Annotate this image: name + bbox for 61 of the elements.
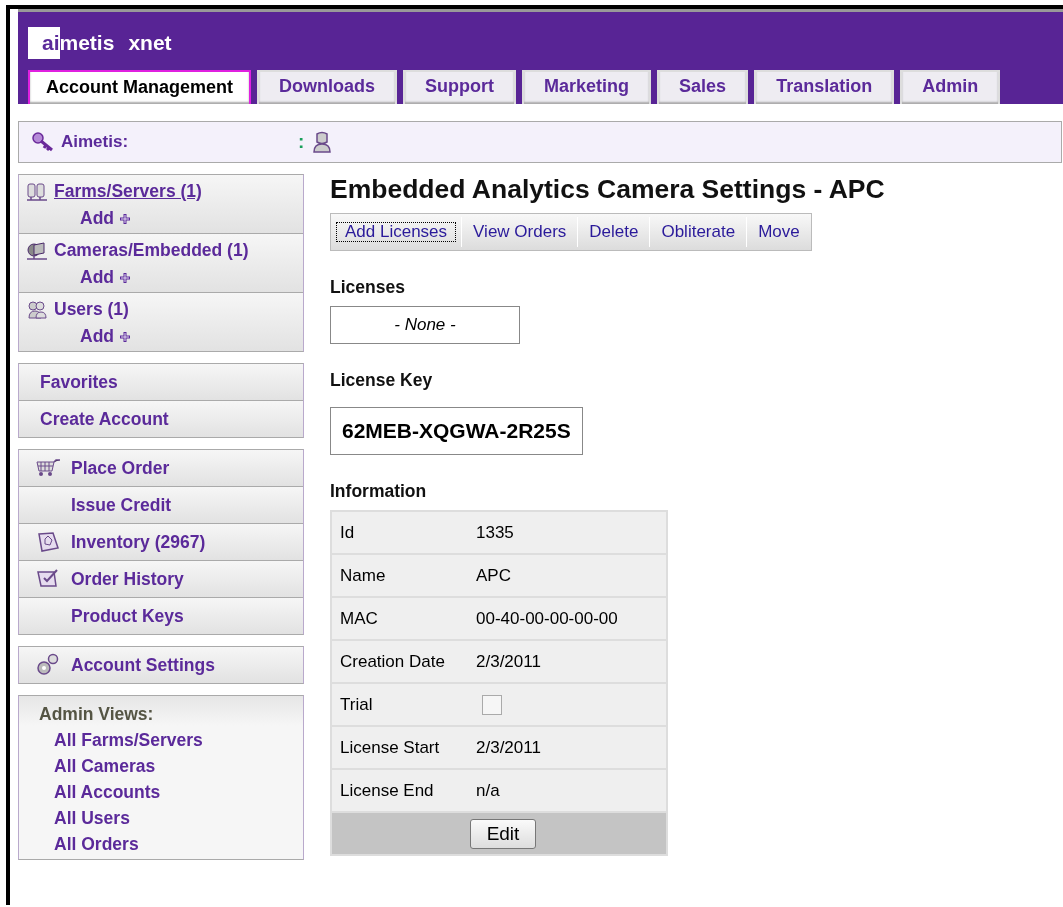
add-link[interactable]: Add: [80, 208, 115, 229]
plus-icon: [119, 212, 132, 225]
logo: aimetis: [28, 27, 115, 59]
server-icon: [26, 181, 48, 202]
user-icon: [312, 131, 333, 153]
users-icon: [26, 299, 48, 320]
checkbox[interactable]: [482, 694, 502, 715]
sidebar-link[interactable]: Farms/Servers (1): [54, 181, 202, 202]
tab[interactable]: Admin: [900, 70, 1001, 104]
field-label: Creation Date: [331, 640, 476, 683]
field-value: 1335: [476, 522, 514, 542]
license-key-field: 62MEB-XQGWA-2R25S: [330, 407, 583, 455]
section-heading: Admin Views:: [39, 704, 155, 725]
page-title: Embedded Analytics Camera Settings - APC: [330, 174, 885, 205]
toolbar-button[interactable]: Add Licenses: [331, 217, 462, 247]
tab[interactable]: Translation: [754, 70, 895, 104]
toolbar-button[interactable]: Obliterate: [649, 217, 747, 247]
field-value: 00-40-00-00-00-00: [476, 608, 618, 628]
cart-icon: [35, 459, 61, 477]
admin-link[interactable]: All Users: [54, 808, 303, 829]
gears-icon: [36, 653, 60, 677]
tab[interactable]: Marketing: [522, 70, 652, 104]
toolbar-button[interactable]: Move: [746, 217, 811, 247]
admin-link[interactable]: All Orders: [54, 834, 303, 855]
toolbar-button[interactable]: Delete: [577, 217, 650, 247]
account-label: Aimetis:: [61, 132, 129, 152]
edit-button[interactable]: Edit: [469, 818, 537, 849]
sidebar-link[interactable]: Favorites: [40, 371, 118, 393]
tab[interactable]: Downloads: [257, 70, 398, 104]
field-label: Id: [331, 511, 476, 554]
field-label: License Start: [331, 726, 476, 769]
key-icon: [31, 131, 55, 153]
toolbar-button[interactable]: View Orders: [461, 217, 578, 247]
section-heading: Licenses: [330, 277, 406, 298]
field-value: n/a: [476, 780, 500, 800]
tab[interactable]: Account Management: [28, 70, 252, 104]
camera-icon: [26, 240, 48, 261]
plus-icon: [119, 330, 132, 343]
tab[interactable]: Sales: [657, 70, 749, 104]
field-value: 2/3/2011: [476, 737, 541, 757]
section-heading: Information: [330, 481, 428, 502]
admin-link[interactable]: All Accounts: [54, 782, 303, 803]
checklist-icon: [36, 568, 60, 590]
section-heading: License Key: [330, 370, 434, 391]
sidebar-link[interactable]: Cameras/Embedded (1): [54, 240, 249, 261]
admin-link[interactable]: All Cameras: [54, 756, 303, 777]
field-label: Name: [331, 554, 476, 597]
plus-icon: [119, 271, 132, 284]
field-value: APC: [476, 565, 511, 585]
licenses-list: - None -: [330, 306, 520, 344]
product-name: xnet: [128, 31, 172, 55]
sidebar-link[interactable]: Users (1): [54, 299, 129, 320]
separator: :: [298, 131, 305, 153]
field-label: Trial: [331, 683, 476, 726]
field-label: MAC: [331, 597, 476, 640]
inventory-icon: [36, 531, 60, 553]
tab[interactable]: Support: [403, 70, 517, 104]
add-link[interactable]: Add: [80, 326, 115, 347]
add-link[interactable]: Add: [80, 267, 115, 288]
field-value: 2/3/2011: [476, 651, 541, 671]
admin-link[interactable]: All Farms/Servers: [54, 730, 303, 751]
